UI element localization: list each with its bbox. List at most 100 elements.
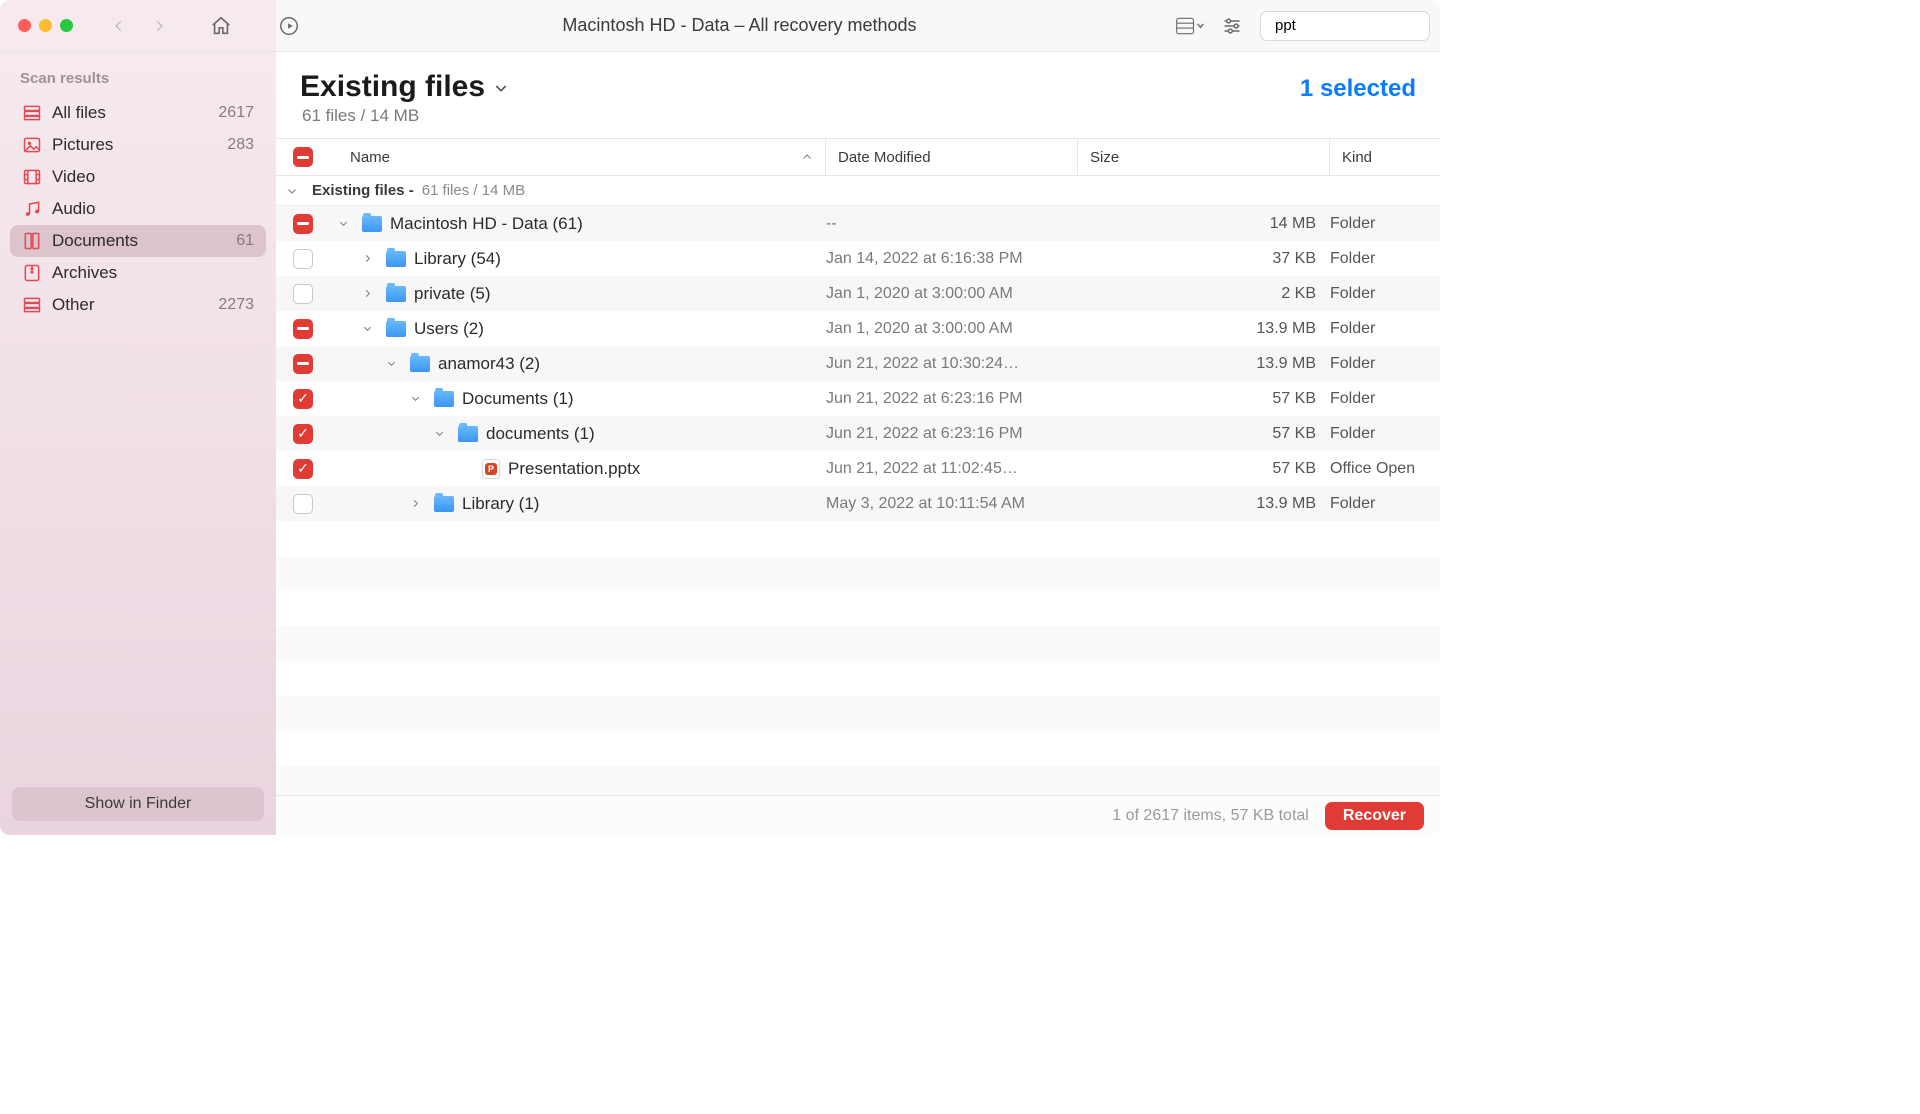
close-window-button[interactable] [18,19,31,32]
disclosure-toggle[interactable] [434,428,450,439]
nav-forward-button[interactable] [145,12,173,40]
checkbox-unchecked[interactable] [293,284,313,304]
file-date: Jun 21, 2022 at 11:02:45… [826,460,1078,478]
file-kind: Folder [1330,390,1440,408]
select-all-checkbox[interactable] [293,147,313,167]
checkbox-unchecked[interactable] [293,249,313,269]
file-date: -- [826,215,1078,233]
music-icon [22,199,42,219]
sidebar-item-archives[interactable]: Archives [10,257,266,289]
folder-icon [362,216,382,232]
sidebar-item-all-files[interactable]: All files2617 [10,97,266,129]
disclosure-toggle[interactable] [338,218,354,229]
column-name[interactable]: Name [330,139,826,175]
selected-count[interactable]: 1 selected [1300,75,1416,103]
chevron-left-icon [112,19,126,33]
search-field[interactable]: ✕ [1260,11,1430,41]
nav-back-button[interactable] [105,12,133,40]
checkbox-checked[interactable]: ✓ [293,389,313,409]
disclosure-toggle[interactable] [386,358,402,369]
file-kind: Folder [1330,215,1440,233]
sidebar-item-documents[interactable]: Documents61 [10,225,266,257]
table-row[interactable]: ✓Documents (1)Jun 21, 2022 at 6:23:16 PM… [276,381,1440,416]
table-row[interactable]: ✓ Presentation.pptx Jun 21, 2022 at 11:02:… [276,451,1440,486]
file-list[interactable]: Macintosh HD - Data (61)--14 MBFolderLib… [276,206,1440,795]
recover-button[interactable]: Recover [1325,802,1424,830]
checkbox-checked[interactable]: ✓ [293,424,313,444]
sidebar-item-count: 2617 [218,104,254,122]
home-icon [210,15,232,37]
time-machine-button[interactable] [275,12,303,40]
disclosure-toggle[interactable] [362,323,378,334]
clock-rewind-icon [278,15,300,37]
file-size: 57 KB [1078,390,1330,408]
file-name: private (5) [414,284,491,304]
folder-icon [410,356,430,372]
column-date[interactable]: Date Modified [826,139,1078,175]
sidebar-item-label: Other [52,295,95,315]
chevron-right-icon [152,19,166,33]
file-name: anamor43 (2) [438,354,540,374]
file-name: Library (1) [462,494,539,514]
sidebar-item-label: Documents [52,231,138,251]
view-mode-button[interactable] [1176,12,1204,40]
folder-icon [458,426,478,442]
table-row[interactable]: private (5)Jan 1, 2020 at 3:00:00 AM2 KB… [276,276,1440,311]
file-date: Jan 1, 2020 at 3:00:00 AM [826,320,1078,338]
table-row[interactable]: Library (54)Jan 14, 2022 at 6:16:38 PM37… [276,241,1440,276]
file-date: Jun 21, 2022 at 6:23:16 PM [826,425,1078,443]
search-input[interactable] [1275,17,1440,34]
group-name: Existing files - [312,182,414,199]
file-size: 37 KB [1078,250,1330,268]
stack-icon [22,103,42,123]
checkbox-mixed[interactable] [293,319,313,339]
file-size: 13.9 MB [1078,495,1330,513]
column-headers: Name Date Modified Size Kind [276,138,1440,176]
file-size: 57 KB [1078,425,1330,443]
file-name: documents (1) [486,424,595,444]
home-button[interactable] [207,12,235,40]
group-meta: 61 files / 14 MB [422,182,525,199]
title-dropdown[interactable] [493,80,509,96]
zoom-window-button[interactable] [60,19,73,32]
column-date-label: Date Modified [838,149,931,166]
disclosure-toggle[interactable] [362,253,378,264]
group-header[interactable]: Existing files - 61 files / 14 MB [276,176,1440,206]
disclosure-toggle[interactable] [362,288,378,299]
page-subtitle: 61 files / 14 MB [276,104,1440,138]
table-row[interactable]: ✓ documents (1) Jun 21, 2022 at 6:23:16 PM… [276,416,1440,451]
file-size: 2 KB [1078,285,1330,303]
table-row[interactable]: Macintosh HD - Data (61)--14 MBFolder [276,206,1440,241]
checkbox-unchecked[interactable] [293,494,313,514]
table-row[interactable]: Users (2)Jan 1, 2020 at 3:00:00 AM13.9 M… [276,311,1440,346]
filter-button[interactable] [1218,12,1246,40]
table-row[interactable]: Library (1)May 3, 2022 at 10:11:54 AM13.… [276,486,1440,521]
column-kind[interactable]: Kind [1330,139,1440,175]
sidebar-item-pictures[interactable]: Pictures283 [10,129,266,161]
column-name-label: Name [350,149,390,166]
checkbox-mixed[interactable] [293,354,313,374]
folder-icon [434,496,454,512]
file-date: Jun 21, 2022 at 10:30:24… [826,355,1078,373]
file-size: 13.9 MB [1078,320,1330,338]
sidebar-item-other[interactable]: Other2273 [10,289,266,321]
file-name: Macintosh HD - Data (61) [390,214,583,234]
disclosure-toggle[interactable] [410,498,426,509]
disclosure-toggle[interactable] [410,393,426,404]
window-controls [18,19,73,32]
stack-icon [22,295,42,315]
checkbox-checked[interactable]: ✓ [293,459,313,479]
file-date: Jan 14, 2022 at 6:16:38 PM [826,250,1078,268]
sidebar-item-audio[interactable]: Audio [10,193,266,225]
file-name: Presentation.pptx [508,459,640,479]
sidebar-item-count: 283 [227,136,254,154]
folder-icon [434,391,454,407]
minimize-window-button[interactable] [39,19,52,32]
file-size: 13.9 MB [1078,355,1330,373]
checkbox-mixed[interactable] [293,214,313,234]
column-size[interactable]: Size [1078,139,1330,175]
sidebar-item-video[interactable]: Video [10,161,266,193]
table-row[interactable]: anamor43 (2) Jun 21, 2022 at 10:30:24…13.… [276,346,1440,381]
film-icon [22,167,42,187]
show-in-finder-button[interactable]: Show in Finder [12,787,264,821]
